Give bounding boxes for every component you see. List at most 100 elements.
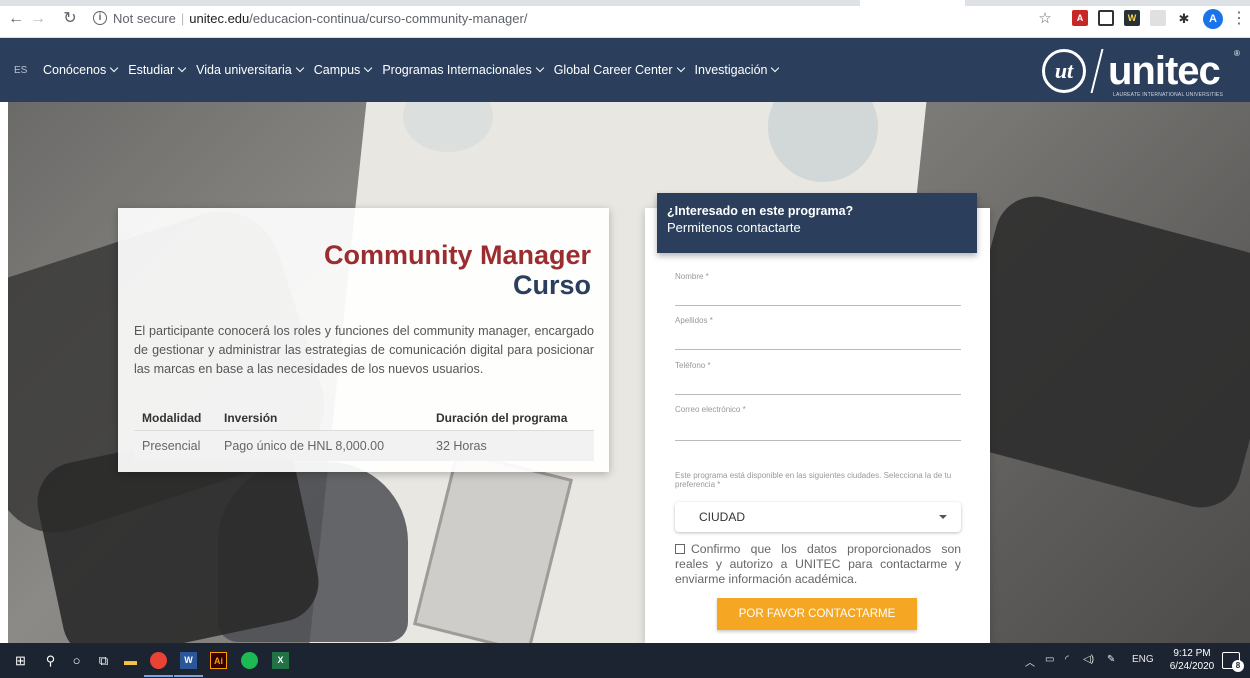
clock-time: 9:12 PM bbox=[1173, 648, 1211, 659]
language-switch[interactable]: ES bbox=[14, 65, 27, 76]
forward-arrow-icon[interactable]: → bbox=[28, 9, 48, 29]
nav-item-label: Campus bbox=[313, 63, 361, 77]
chevron-down-icon bbox=[177, 63, 187, 73]
tray-chevron-up-icon[interactable]: ︿ bbox=[1025, 654, 1035, 669]
windows-taskbar: ⊞ ⚲ ○ ⧉ ▬ W Ai X ︿ ▭ ◜ ◁) ✎ ENG 9:12 PM … bbox=[0, 643, 1250, 678]
form-subtitle: Permitenos contactarte bbox=[667, 220, 801, 235]
back-arrow-icon[interactable]: ← bbox=[6, 9, 26, 29]
telefono-field[interactable]: Teléfono * bbox=[675, 361, 961, 395]
telefono-input[interactable] bbox=[675, 373, 961, 393]
site-navigation: ES Conócenos Estudiar Vida universitaria… bbox=[0, 38, 1250, 102]
consent-text: Confirmo que los datos proporcionados so… bbox=[675, 542, 961, 586]
url-security-label: Not secure bbox=[113, 11, 176, 26]
nav-item-label: Investigación bbox=[694, 63, 768, 77]
menu-kebab-icon[interactable]: ⋮ bbox=[1231, 9, 1247, 29]
bookmark-star-icon[interactable]: ☆ bbox=[1035, 9, 1055, 29]
page-extension-icon[interactable] bbox=[1150, 10, 1166, 26]
telefono-label: Teléfono * bbox=[675, 361, 711, 370]
form-title: ¿Interesado en este programa? bbox=[667, 204, 854, 218]
table-header: Modalidad Inversión Duración del program… bbox=[134, 405, 594, 431]
logo-subtitle: LAUREATE INTERNATIONAL UNIVERSITIES bbox=[1113, 92, 1223, 98]
cell-duracion: 32 Horas bbox=[436, 439, 487, 453]
nav-item-global-career-center[interactable]: Global Career Center bbox=[553, 63, 685, 77]
correo-field[interactable]: Correo electrónico * bbox=[675, 405, 961, 441]
task-view-icon[interactable]: ⧉ bbox=[95, 652, 112, 669]
nav-item-label: Estudiar bbox=[128, 63, 175, 77]
table-row: Presencial Pago único de HNL 8,000.00 32… bbox=[134, 431, 594, 461]
cell-inversion: Pago único de HNL 8,000.00 bbox=[224, 439, 385, 453]
chevron-down-icon bbox=[771, 63, 780, 73]
consent-checkbox-row[interactable]: Confirmo que los datos proporcionados so… bbox=[675, 542, 961, 587]
caret-down-icon bbox=[939, 515, 947, 519]
chevron-down-icon bbox=[110, 63, 119, 73]
course-info-card: Community Manager Curso El participante … bbox=[118, 208, 609, 472]
acrobat-extension-icon[interactable]: A bbox=[1072, 10, 1088, 26]
site-info-icon[interactable]: i bbox=[93, 11, 107, 25]
cortana-icon[interactable]: ○ bbox=[68, 652, 85, 669]
puzzle-extensions-icon[interactable]: ✱ bbox=[1174, 9, 1194, 29]
city-select[interactable]: CIUDAD bbox=[675, 502, 961, 532]
nav-item-vida-universitaria[interactable]: Vida universitaria bbox=[196, 63, 305, 77]
header-inversion: Inversión bbox=[224, 410, 278, 425]
word-active-indicator bbox=[174, 675, 203, 677]
nav-item-conocenos[interactable]: Conócenos bbox=[43, 63, 119, 77]
volume-icon[interactable]: ◁) bbox=[1083, 654, 1094, 665]
chevron-down-icon bbox=[676, 63, 685, 73]
chevron-down-icon bbox=[295, 63, 305, 73]
apellidos-field[interactable]: Apellidos * bbox=[675, 316, 961, 350]
nav-item-estudiar[interactable]: Estudiar bbox=[128, 63, 187, 77]
pen-icon[interactable]: ✎ bbox=[1107, 654, 1115, 665]
chrome-active-indicator bbox=[144, 675, 173, 677]
nav-item-investigacion[interactable]: Investigación bbox=[694, 63, 780, 77]
logo-divider bbox=[1090, 49, 1104, 93]
windows-start-icon[interactable]: ⊞ bbox=[12, 652, 29, 669]
chrome-icon[interactable] bbox=[150, 652, 167, 669]
spotify-icon[interactable] bbox=[241, 652, 258, 669]
correo-input[interactable] bbox=[675, 417, 961, 437]
browser-toolbar: ← → ↻ i Not secure | unitec.edu/educacion-… bbox=[0, 0, 1250, 38]
contact-form-header: ¿Interesado en este programa? Permitenos… bbox=[657, 193, 977, 253]
tab-strip-right bbox=[965, 0, 1250, 6]
logo-mark: ut bbox=[1042, 49, 1086, 93]
screen-extension-icon[interactable] bbox=[1098, 10, 1114, 26]
nav-item-programas-internacionales[interactable]: Programas Internacionales bbox=[382, 63, 544, 77]
nombre-field[interactable]: Nombre * bbox=[675, 272, 961, 306]
header-modalidad: Modalidad bbox=[142, 410, 202, 425]
contact-submit-button[interactable]: POR FAVOR CONTACTARME bbox=[717, 598, 917, 630]
wifi-icon[interactable]: ◜ bbox=[1065, 654, 1069, 665]
main-menu: Conócenos Estudiar Vida universitaria Ca… bbox=[43, 63, 789, 77]
taskbar-clock[interactable]: 9:12 PM 6/24/2020 bbox=[1168, 647, 1216, 673]
cell-modalidad: Presencial bbox=[142, 439, 201, 453]
wm-extension-icon[interactable]: W bbox=[1124, 10, 1140, 26]
correo-label: Correo electrónico * bbox=[675, 405, 746, 414]
clock-date: 6/24/2020 bbox=[1169, 661, 1215, 672]
excel-icon[interactable]: X bbox=[272, 652, 289, 669]
unitec-logo[interactable]: ut unitec LAUREATE INTERNATIONAL UNIVERS… bbox=[1042, 49, 1240, 98]
address-bar[interactable]: Not secure | unitec.edu/educacion-continua… bbox=[113, 11, 527, 26]
reload-icon[interactable]: ↻ bbox=[60, 9, 80, 29]
logo-wordmark: unitec bbox=[1108, 49, 1221, 93]
chevron-down-icon bbox=[364, 63, 373, 73]
nav-item-campus[interactable]: Campus bbox=[313, 63, 373, 77]
course-title-line1: Community Manager bbox=[323, 240, 591, 270]
url-host: unitec.edu bbox=[189, 11, 250, 26]
logo-registered-mark: ® bbox=[1234, 49, 1240, 58]
file-explorer-icon[interactable]: ▬ bbox=[122, 652, 139, 669]
course-description: El participante conocerá los roles y fun… bbox=[134, 324, 594, 376]
nombre-input[interactable] bbox=[675, 284, 961, 304]
nav-item-label: Global Career Center bbox=[553, 63, 673, 77]
course-title: Community Manager Curso bbox=[324, 240, 591, 300]
chevron-down-icon bbox=[535, 63, 544, 73]
consent-checkbox[interactable] bbox=[675, 544, 685, 554]
input-language[interactable]: ENG bbox=[1132, 654, 1154, 665]
battery-icon[interactable]: ▭ bbox=[1045, 654, 1054, 665]
profile-avatar[interactable]: A bbox=[1203, 9, 1223, 29]
illustrator-icon[interactable]: Ai bbox=[210, 652, 227, 669]
search-icon[interactable]: ⚲ bbox=[42, 652, 59, 669]
course-details-table: Modalidad Inversión Duración del program… bbox=[134, 405, 594, 461]
url-path: /educacion-continua/curso-community-mana… bbox=[249, 11, 528, 26]
word-icon[interactable]: W bbox=[180, 652, 197, 669]
apellidos-input[interactable] bbox=[675, 328, 961, 348]
course-title-line2: Curso bbox=[512, 270, 591, 300]
nav-item-label: Vida universitaria bbox=[196, 63, 292, 77]
